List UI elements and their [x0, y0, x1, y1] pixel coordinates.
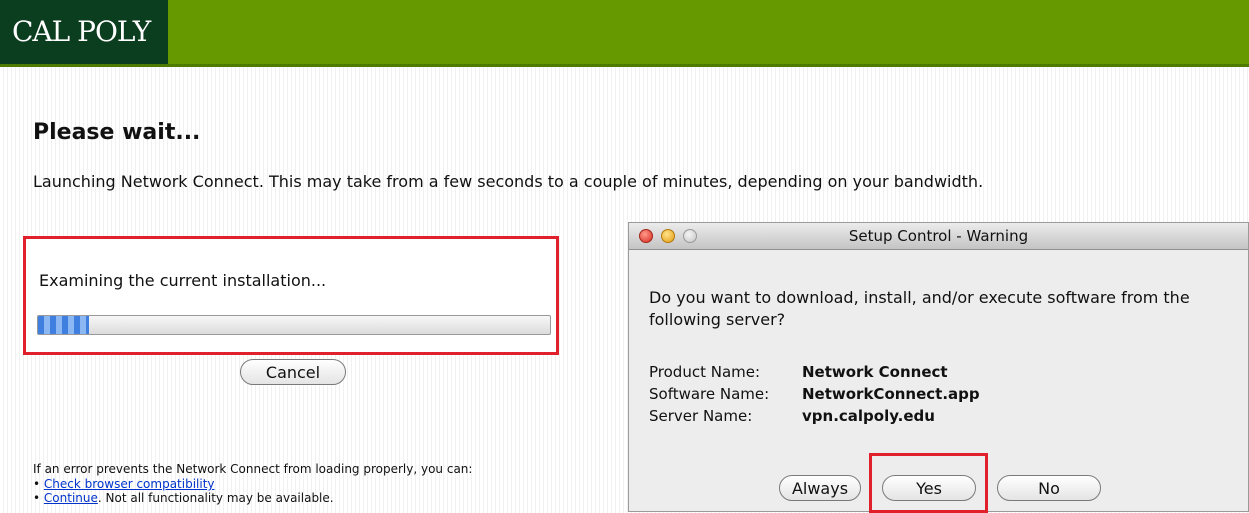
- no-button[interactable]: No: [997, 475, 1101, 501]
- field-value: Network Connect: [802, 363, 948, 381]
- always-button[interactable]: Always: [779, 475, 861, 501]
- status-panel: Examining the current installation...: [23, 236, 559, 355]
- continue-link[interactable]: Continue: [44, 491, 98, 505]
- software-info: Product Name: Network Connect Software Na…: [649, 361, 980, 427]
- dialog-question: Do you want to download, install, and/or…: [649, 288, 1190, 329]
- yes-highlight-box: [869, 453, 988, 513]
- help-list: • Check browser compatibility • Continue…: [33, 477, 334, 505]
- help-text: If an error prevents the Network Connect…: [33, 462, 473, 476]
- server-name-row: Server Name: vpn.calpoly.edu: [649, 405, 980, 427]
- list-item-suffix: . Not all functionality may be available…: [97, 491, 334, 505]
- status-message: Examining the current installation...: [39, 271, 327, 290]
- setup-control-dialog: Setup Control - Warning Do you want to d…: [628, 222, 1249, 513]
- progress-bar: [37, 315, 551, 335]
- field-label: Software Name:: [649, 385, 770, 403]
- page-title: Please wait...: [33, 120, 201, 145]
- dialog-title: Setup Control - Warning: [848, 227, 1029, 245]
- field-label: Server Name:: [649, 407, 753, 425]
- list-item: • Continue. Not all functionality may be…: [33, 491, 334, 505]
- intro-text: Launching Network Connect. This may take…: [33, 172, 984, 191]
- field-value: vpn.calpoly.edu: [802, 407, 935, 425]
- header-banner: CAL POLY: [0, 0, 1249, 67]
- cal-poly-logo[interactable]: CAL POLY: [0, 0, 168, 64]
- field-label: Product Name:: [649, 363, 761, 381]
- product-name-row: Product Name: Network Connect: [649, 361, 980, 383]
- progress-fill: [38, 316, 90, 334]
- dialog-titlebar[interactable]: Setup Control - Warning: [629, 223, 1248, 250]
- check-browser-compatibility-link[interactable]: Check browser compatibility: [44, 477, 215, 491]
- field-value: NetworkConnect.app: [802, 385, 980, 403]
- cancel-button[interactable]: Cancel: [240, 359, 346, 385]
- list-item: • Check browser compatibility: [33, 477, 215, 491]
- software-name-row: Software Name: NetworkConnect.app: [649, 383, 980, 405]
